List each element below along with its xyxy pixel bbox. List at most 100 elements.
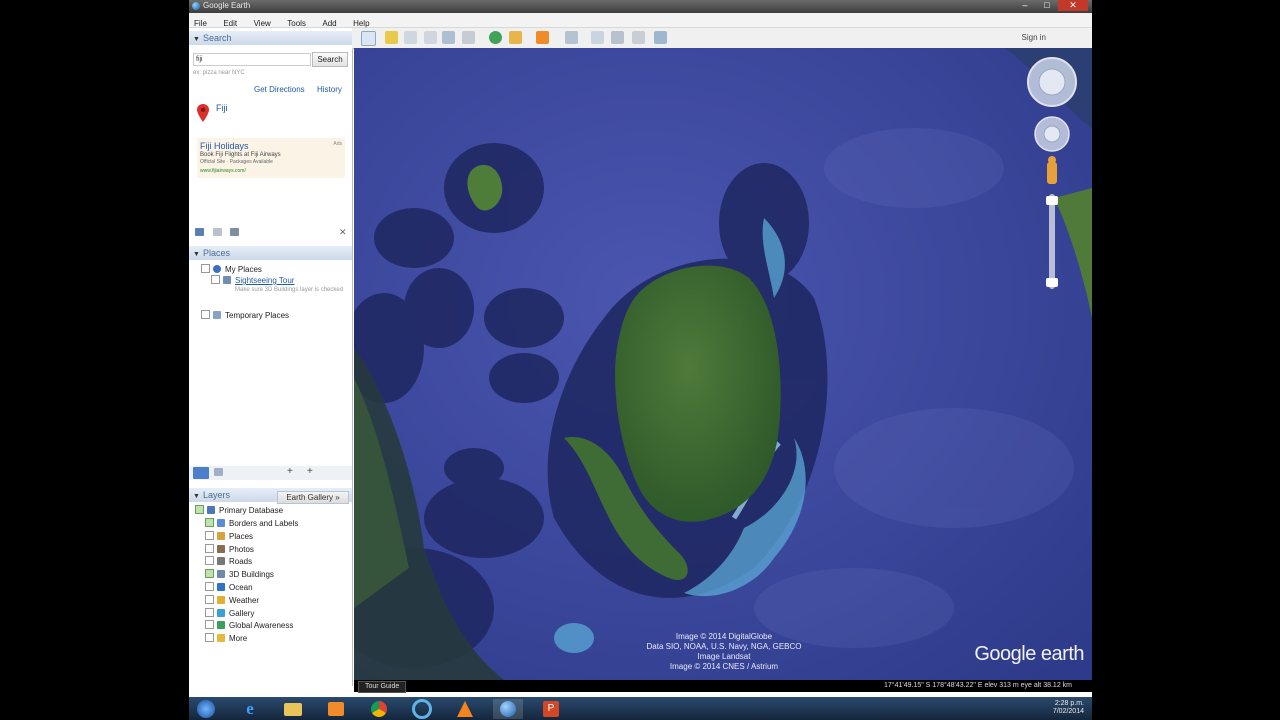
layer-item[interactable]: Gallery	[205, 607, 254, 620]
search-button[interactable]: Search	[312, 52, 348, 67]
layers-panel-header[interactable]: ▼ Layers Earth Gallery »	[189, 488, 352, 504]
layer-item[interactable]: Roads	[205, 556, 252, 568]
layer-checkbox[interactable]	[205, 569, 214, 579]
historical-imagery-icon[interactable]	[489, 31, 502, 44]
windows-logo-icon	[197, 700, 215, 718]
add-folder-icon[interactable]: +	[307, 466, 313, 477]
layer-label: More	[229, 634, 248, 644]
menu-add[interactable]: Add	[317, 17, 343, 28]
get-directions-link[interactable]: Get Directions	[254, 85, 305, 94]
layer-checkbox[interactable]	[205, 607, 214, 617]
search-app-icon[interactable]	[407, 699, 437, 719]
layer-checkbox[interactable]	[205, 518, 214, 527]
layer-label: Roads	[229, 557, 253, 567]
imagery-attribution: Image © 2014 DigitalGlobe Data SIO, NOAA…	[624, 632, 824, 672]
search-hint: ex: pizza near NYC	[193, 70, 245, 76]
red-pin-icon	[197, 104, 209, 122]
layer-item[interactable]: Photos	[205, 543, 254, 556]
menu-tools[interactable]: Tools	[282, 17, 313, 28]
record-tour-icon[interactable]	[462, 31, 475, 44]
layer-item[interactable]: 3D Buildings	[205, 569, 274, 581]
sponsored-ad[interactable]: Fiji Holidays Ads Book Fiji Flights at F…	[197, 138, 345, 178]
polygon-icon[interactable]	[404, 31, 417, 44]
layer-label: Photos	[229, 544, 254, 554]
flag-icon	[217, 519, 225, 527]
earth-gallery-button[interactable]: Earth Gallery »	[277, 491, 349, 504]
tour-guide-button[interactable]: Tour Guide	[358, 681, 407, 693]
sightseeing-tour-label[interactable]: Sightseeing Tour	[235, 276, 294, 285]
layer-checkbox[interactable]	[205, 530, 214, 540]
layer-label: Borders and Labels	[229, 519, 299, 528]
search-panel-header[interactable]: ▼ Search	[189, 31, 352, 45]
layer-item[interactable]: More	[205, 633, 247, 645]
history-link[interactable]: History	[317, 85, 342, 94]
layers-header-label: Layers	[202, 490, 230, 500]
menu-edit[interactable]: Edit	[218, 17, 244, 28]
folder-icon[interactable]	[195, 228, 204, 236]
layer-checkbox[interactable]	[205, 633, 214, 643]
layer-item[interactable]: Borders and Labels	[205, 518, 298, 530]
satellite-imagery	[354, 48, 1092, 680]
layer-checkbox[interactable]	[205, 620, 214, 630]
ad-url[interactable]: www.fijiairways.com/	[200, 168, 246, 174]
navigation-controls[interactable]	[1024, 54, 1080, 294]
menu-view[interactable]: View	[249, 17, 278, 28]
save-image-icon[interactable]	[632, 31, 645, 44]
panel-icon[interactable]	[214, 468, 223, 476]
chrome-icon[interactable]	[364, 699, 394, 719]
overlay-icon[interactable]	[442, 31, 455, 44]
email-icon[interactable]	[591, 31, 604, 44]
temporary-places-item[interactable]: Temporary Places	[201, 310, 289, 322]
maximize-button[interactable]: □	[1036, 0, 1058, 11]
menu-help[interactable]: Help	[348, 17, 376, 28]
menu-file[interactable]: File	[189, 17, 214, 28]
sign-in-link[interactable]: Sign in	[1022, 33, 1046, 42]
layer-checkbox[interactable]	[205, 594, 214, 604]
planets-icon[interactable]	[536, 31, 549, 44]
internet-explorer-icon[interactable]: e	[235, 699, 265, 719]
print-icon[interactable]	[611, 31, 624, 44]
start-button[interactable]	[191, 699, 221, 719]
layer-item[interactable]: Weather	[205, 594, 259, 607]
refresh-icon[interactable]	[213, 228, 222, 236]
placemark-icon[interactable]	[385, 31, 398, 44]
checkbox[interactable]	[201, 264, 210, 273]
print-icon[interactable]	[230, 228, 239, 236]
file-explorer-icon[interactable]	[278, 699, 308, 719]
search-layers-icon[interactable]	[193, 467, 209, 479]
layer-item[interactable]: Places	[205, 530, 253, 543]
view-in-maps-icon[interactable]	[654, 31, 667, 44]
path-icon[interactable]	[424, 31, 437, 44]
places-panel-header[interactable]: ▼ Places	[189, 246, 352, 260]
sunlight-icon[interactable]	[509, 31, 522, 44]
add-icon[interactable]: +	[287, 466, 293, 477]
search-result-fiji[interactable]: Fiji	[216, 103, 228, 113]
layer-item[interactable]: Ocean	[205, 582, 253, 594]
minimize-button[interactable]: –	[1014, 0, 1036, 11]
database-icon	[207, 506, 215, 514]
vlc-icon[interactable]	[450, 699, 480, 719]
checkbox[interactable]	[195, 505, 204, 514]
checkbox[interactable]	[211, 275, 220, 284]
powerpoint-icon[interactable]: P	[536, 699, 566, 719]
close-icon[interactable]: ✕	[339, 227, 347, 238]
folder-icon	[223, 276, 231, 284]
layer-checkbox[interactable]	[205, 582, 214, 591]
layer-checkbox[interactable]	[205, 556, 214, 566]
media-player-icon[interactable]	[321, 699, 351, 719]
layer-checkbox[interactable]	[205, 543, 214, 553]
title-bar: Google Earth – □ ✕	[189, 0, 1092, 13]
sidebar-toggle-icon[interactable]	[361, 31, 376, 46]
system-tray: 2:28 p.m. 7/02/2014	[1053, 700, 1084, 716]
google-earth-taskbar-icon[interactable]	[493, 699, 523, 719]
ad-title[interactable]: Fiji Holidays	[200, 141, 249, 151]
ruler-icon[interactable]	[565, 31, 578, 44]
checkbox[interactable]	[201, 310, 210, 319]
search-input[interactable]: fiji	[193, 53, 311, 66]
close-window-button[interactable]: ✕	[1058, 0, 1088, 11]
primary-database-item[interactable]: Primary Database	[195, 505, 283, 517]
clock-date[interactable]: 7/02/2014	[1053, 708, 1084, 716]
clock-time[interactable]: 2:28 p.m.	[1053, 700, 1084, 708]
map-view[interactable]: Image © 2014 DigitalGlobe Data SIO, NOAA…	[354, 48, 1092, 680]
layer-item[interactable]: Global Awareness	[205, 620, 293, 632]
